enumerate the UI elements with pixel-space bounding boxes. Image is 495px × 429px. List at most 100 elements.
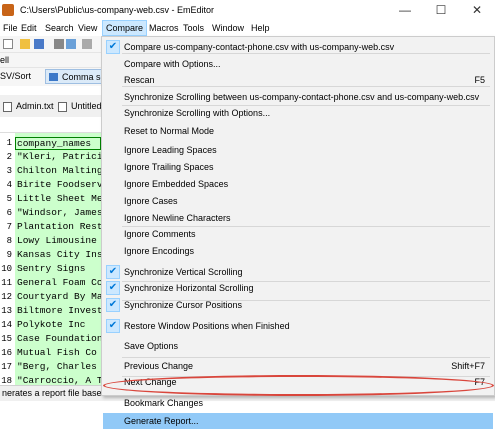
menu-edit[interactable]: Edit: [18, 21, 40, 35]
menu-item-sync-cursor-positions[interactable]: ✔ Synchronize Cursor Positions: [103, 297, 493, 313]
editor-pane[interactable]: 1 2 3 4 5 6 7 8 9 10 11 12 13 14 15 16 17 18 company_name…: [0, 133, 108, 386]
tab-admin-txt[interactable]: Admin.txt: [0, 98, 54, 115]
menu-item-ignore-embedded-spaces[interactable]: Ignore Embedded Spaces: [103, 176, 493, 192]
maximize-button[interactable]: ☐: [423, 0, 459, 20]
line-number: 1: [6, 138, 12, 148]
menu-item-label: Reset to Normal Mode: [124, 126, 215, 136]
csv-toolbar: SV/Sort Comma se: [0, 67, 105, 86]
menu-item-sync-scrolling-between[interactable]: Synchronize Scrolling between us-company…: [103, 89, 493, 105]
window-title: C:\Users\Public\us-company-web.csv - EmE…: [20, 5, 215, 15]
menu-item-ignore-comments[interactable]: Ignore Comments: [103, 226, 493, 242]
csv-header-cell[interactable]: company_names: [15, 137, 101, 150]
text-area[interactable]: company_names "Kleri, Patricia Chilton Mal…: [15, 133, 108, 386]
line-number: 17: [1, 362, 12, 372]
csv-row[interactable]: Sentry Signs: [17, 263, 85, 274]
menu-item-ignore-trailing-spaces[interactable]: Ignore Trailing Spaces: [103, 159, 493, 175]
compare-menu: ✔ Compare us-company-contact-phone.csv wi…: [101, 36, 495, 429]
csv-row[interactable]: Little Sheet Met: [17, 193, 108, 204]
text-file-icon: [58, 102, 67, 112]
menu-item-label: Restore Window Positions when Finished: [124, 321, 290, 331]
line-number: 6: [6, 208, 12, 218]
menu-macros[interactable]: Macros: [146, 21, 182, 35]
menu-item-compare-with-options[interactable]: Compare with Options...: [103, 56, 493, 72]
csv-row[interactable]: Lowy Limousine S: [17, 235, 108, 246]
menu-item-shortcut: F5: [474, 75, 485, 85]
comma-separated-label: Comma se: [62, 72, 105, 82]
menu-item-label: Ignore Leading Spaces: [124, 145, 217, 155]
line-number: 10: [1, 264, 12, 274]
csv-row[interactable]: Courtyard By Mar: [17, 291, 108, 302]
document-tabs: Admin.txt Untitled: [0, 95, 105, 118]
csv-row[interactable]: Plantation Resta: [17, 221, 108, 232]
csv-row[interactable]: Mutual Fish Co: [17, 347, 97, 358]
csv-row[interactable]: "Berg, Charles E: [17, 361, 108, 372]
menu-bar: File Edit Search View Compare Macros Too…: [0, 20, 495, 36]
checkmark-icon: ✔: [106, 265, 120, 279]
print-preview-icon[interactable]: [66, 39, 76, 49]
csv-row[interactable]: Case Foundation: [17, 333, 103, 344]
menu-help[interactable]: Help: [248, 21, 273, 35]
line-number: 13: [1, 306, 12, 316]
menu-item-label: Synchronize Scrolling between us-company…: [124, 92, 480, 102]
menu-item-previous-change[interactable]: Previous Change Shift+F7: [103, 358, 493, 374]
menu-item-ignore-newline-characters[interactable]: Ignore Newline Characters: [103, 210, 493, 226]
checkmark-icon: ✔: [106, 298, 120, 312]
csv-row[interactable]: Kansas City Insu: [17, 249, 108, 260]
line-number: 11: [1, 278, 12, 288]
close-button[interactable]: ✕: [459, 0, 495, 20]
save-icon[interactable]: [34, 39, 44, 49]
emeditor-app-icon: [2, 4, 14, 16]
menu-item-label: Ignore Newline Characters: [124, 213, 231, 223]
menu-item-generate-report[interactable]: Generate Report...: [103, 413, 493, 429]
menu-item-label: Ignore Cases: [124, 196, 178, 206]
csv-row[interactable]: "Windsor, James: [17, 207, 103, 218]
line-number: 12: [1, 292, 12, 302]
menu-item-restore-window-positions[interactable]: ✔ Restore Window Positions when Finished: [103, 318, 493, 334]
red-highlight-annotation: [103, 375, 494, 396]
menu-item-label: Ignore Trailing Spaces: [124, 162, 214, 172]
csv-sort-label[interactable]: SV/Sort: [0, 71, 31, 81]
new-file-icon[interactable]: [3, 39, 13, 49]
menu-view[interactable]: View: [75, 21, 100, 35]
csv-row[interactable]: Polykote Inc: [17, 319, 85, 330]
menu-item-label: Synchronize Horizontal Scrolling: [124, 283, 254, 293]
menu-item-label: Compare with Options...: [124, 59, 221, 69]
print-icon[interactable]: [54, 39, 64, 49]
minimize-button[interactable]: —: [387, 0, 423, 20]
menu-item-label: Bookmark Changes: [124, 398, 204, 408]
menu-tools[interactable]: Tools: [180, 21, 207, 35]
line-number: 7: [6, 222, 12, 232]
csv-row[interactable]: Chilton Malting: [17, 165, 103, 176]
menu-item-rescan[interactable]: Rescan F5: [103, 72, 493, 88]
csv-row[interactable]: General Foam Cor: [17, 277, 108, 288]
csv-row[interactable]: Birite Foodservi: [17, 179, 108, 190]
menu-item-sync-horizontal-scrolling[interactable]: ✔ Synchronize Horizontal Scrolling: [103, 280, 493, 296]
menu-item-sync-vertical-scrolling[interactable]: ✔ Synchronize Vertical Scrolling: [103, 264, 493, 280]
comma-separated-button[interactable]: Comma se: [45, 69, 105, 84]
cut-icon[interactable]: [82, 39, 92, 49]
csv-row[interactable]: Biltmore Investo: [17, 305, 108, 316]
menu-item-ignore-encodings[interactable]: Ignore Encodings: [103, 243, 493, 259]
menu-search[interactable]: Search: [42, 21, 77, 35]
line-number: 9: [6, 250, 12, 260]
menu-window[interactable]: Window: [209, 21, 247, 35]
csv-grid-icon: [49, 73, 58, 81]
menu-item-save-options[interactable]: Save Options: [103, 338, 493, 354]
tab-untitled[interactable]: Untitled: [55, 98, 102, 115]
menu-item-ignore-cases[interactable]: Ignore Cases: [103, 193, 493, 209]
toolbar-partial-label: ell: [0, 55, 10, 65]
menu-item-reset-normal-mode[interactable]: Reset to Normal Mode: [103, 123, 493, 139]
line-number-gutter: 1 2 3 4 5 6 7 8 9 10 11 12 13 14 15 16 17 18: [0, 133, 14, 386]
csv-row[interactable]: "Kleri, Patricia: [17, 151, 108, 162]
menu-item-sync-scrolling-options[interactable]: Synchronize Scrolling with Options...: [103, 105, 493, 121]
open-folder-icon[interactable]: [20, 39, 30, 49]
menu-item-compare-files[interactable]: ✔ Compare us-company-contact-phone.csv wi…: [103, 39, 493, 55]
line-number: 4: [6, 180, 12, 190]
checkmark-icon: ✔: [106, 319, 120, 333]
line-number: 2: [6, 152, 12, 162]
menu-compare[interactable]: Compare: [102, 20, 148, 36]
menu-item-bookmark-changes[interactable]: Bookmark Changes: [103, 395, 493, 411]
menu-item-ignore-leading-spaces[interactable]: Ignore Leading Spaces: [103, 142, 493, 158]
main-toolbar: [0, 36, 105, 52]
secondary-toolbar: ell: [0, 52, 105, 68]
